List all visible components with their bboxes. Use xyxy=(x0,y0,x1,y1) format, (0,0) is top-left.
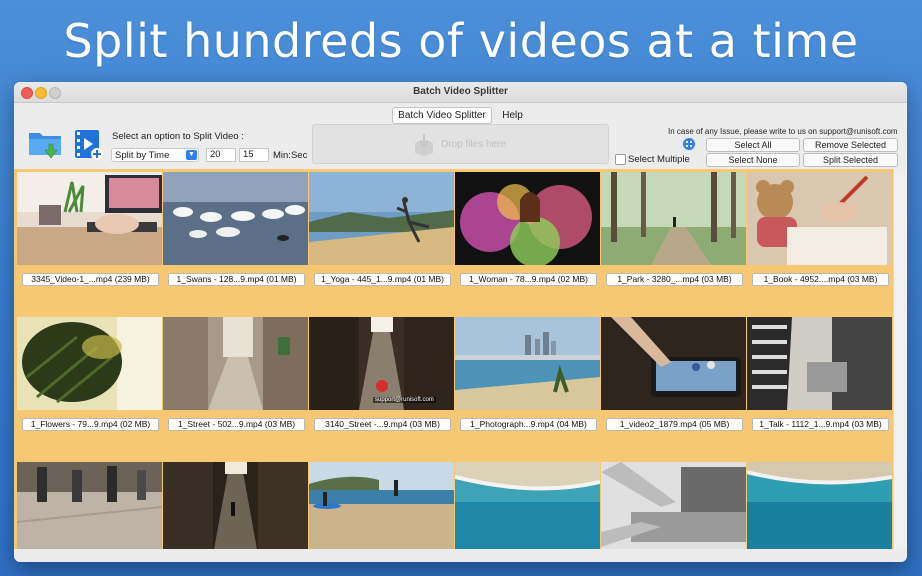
support-info: In case of any Issue, please write to us… xyxy=(668,127,898,136)
video-caption: 1_Photograph...9.mp4 (04 MB) xyxy=(460,418,597,431)
video-caption: 3140_Street -...9.mp4 (03 MB) xyxy=(314,418,451,431)
select-multiple-label: Select Multiple xyxy=(628,154,690,165)
drop-box-icon xyxy=(412,133,436,162)
video-caption: 1_Talk - 1112_1...9.mp4 (03 MB) xyxy=(752,418,889,431)
video-thumbnail[interactable] xyxy=(309,172,454,265)
tab-batch-video-splitter[interactable]: Batch Video Splitter xyxy=(392,107,492,124)
video-thumbnail[interactable] xyxy=(601,317,746,410)
video-thumbnail[interactable] xyxy=(455,317,600,410)
video-thumbnail[interactable] xyxy=(601,172,746,265)
video-thumbnail[interactable] xyxy=(455,462,600,549)
time-unit-label: Min:Sec xyxy=(273,150,308,161)
headline: Split hundreds of videos at a time xyxy=(63,14,859,68)
minutes-field[interactable]: 20 xyxy=(206,148,236,162)
video-thumbnail[interactable] xyxy=(309,462,454,549)
gallery-scrollbar[interactable] xyxy=(893,169,907,549)
video-thumbnail[interactable] xyxy=(747,317,892,410)
select-all-button[interactable]: Select All xyxy=(706,138,800,152)
grid-view-icon[interactable] xyxy=(683,138,695,150)
select-none-button[interactable]: Select None xyxy=(706,153,800,167)
video-caption: 3345_Video-1_...mp4 (239 MB) xyxy=(22,273,159,286)
video-thumbnail[interactable] xyxy=(163,172,308,265)
remove-selected-button[interactable]: Remove Selected xyxy=(803,138,898,152)
window-title: Batch Video Splitter xyxy=(413,86,508,97)
video-caption: 1_Street - 502...9.mp4 (03 MB) xyxy=(168,418,305,431)
chevron-down-icon: ▼ xyxy=(186,150,197,160)
video-thumbnail[interactable] xyxy=(163,462,308,549)
video-thumbnail[interactable] xyxy=(17,172,162,265)
split-mode-value: Split by Time xyxy=(115,150,170,161)
video-thumbnail[interactable] xyxy=(17,462,162,549)
split-mode-select[interactable]: Split by Time ▼ xyxy=(111,148,199,162)
seconds-field[interactable]: 15 xyxy=(239,148,269,162)
drop-zone-label: Drop files here xyxy=(441,139,507,150)
video-thumbnail[interactable] xyxy=(601,462,746,549)
drop-zone[interactable]: Drop files here xyxy=(312,124,609,164)
video-thumbnail[interactable] xyxy=(163,317,308,410)
video-caption: 1_Park - 3280_...mp4 (03 MB) xyxy=(606,273,743,286)
video-caption: 1_Woman - 78...9.mp4 (02 MB) xyxy=(460,273,597,286)
video-gallery: 3345_Video-1_...mp4 (239 MB) 1_Swans - 1… xyxy=(14,169,893,549)
watermark: support@runisoft.com xyxy=(373,397,436,403)
split-option-label: Select an option to Split Video : xyxy=(112,131,244,142)
add-folder-icon[interactable] xyxy=(27,127,65,166)
tab-help[interactable]: Help xyxy=(496,107,529,124)
select-multiple-checkbox[interactable] xyxy=(615,154,626,165)
video-thumbnail[interactable] xyxy=(17,317,162,410)
video-thumbnail[interactable] xyxy=(747,462,892,549)
add-video-icon[interactable] xyxy=(74,129,104,166)
split-selected-button[interactable]: Split Selected xyxy=(803,153,898,167)
video-thumbnail[interactable] xyxy=(455,172,600,265)
title-bar: Batch Video Splitter xyxy=(14,82,907,103)
tab-bar: Batch Video Splitter Help xyxy=(14,105,907,124)
video-caption: 1_video2_1879.mp4 (05 MB) xyxy=(606,418,743,431)
video-thumbnail[interactable] xyxy=(747,172,892,265)
video-caption: 1_Yoga - 445_1...9.mp4 (01 MB) xyxy=(314,273,451,286)
video-thumbnail[interactable]: support@runisoft.com xyxy=(309,317,454,410)
play-icon xyxy=(376,380,388,392)
video-caption: 1_Book - 4952....mp4 (03 MB) xyxy=(752,273,889,286)
video-caption: 1_Flowers - 79...9.mp4 (02 MB) xyxy=(22,418,159,431)
app-window: Batch Video Splitter Batch Video Splitte… xyxy=(14,82,907,562)
video-caption: 1_Swans - 128...9.mp4 (01 MB) xyxy=(168,273,305,286)
